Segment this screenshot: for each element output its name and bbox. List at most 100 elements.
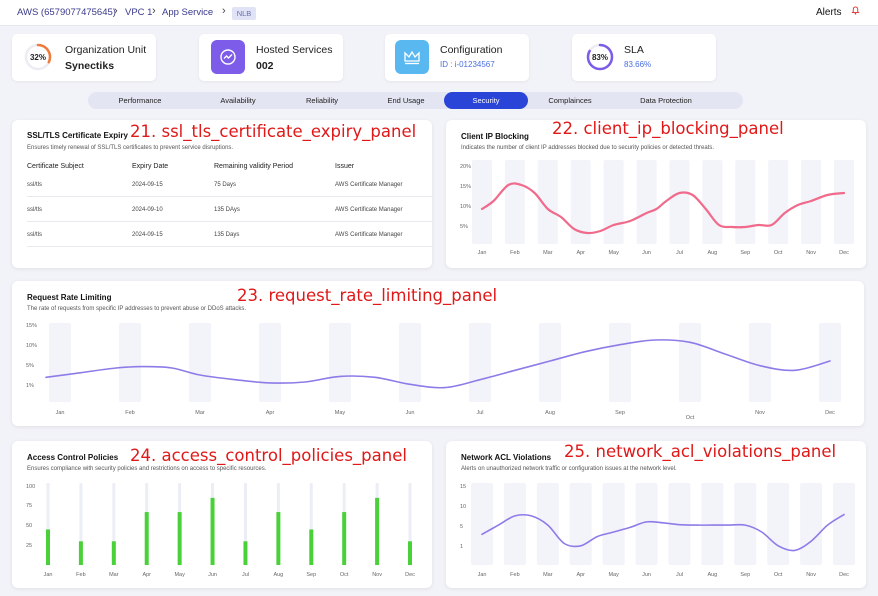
section-tabs: Performance Availability Reliability End…	[88, 92, 743, 109]
breadcrumb-service[interactable]: App Service	[162, 7, 213, 18]
configuration-value: ID : i-01234567	[440, 60, 495, 69]
panel-annotation: 23. request_rate_limiting_panel	[237, 286, 498, 305]
x-tick-label: Dec	[839, 250, 849, 256]
x-tick-label: Jul	[476, 410, 483, 416]
table-cell: 2024-09-10	[132, 207, 163, 213]
column-band	[259, 323, 281, 402]
panel-annotation: 24. access_control_policies_panel	[130, 446, 407, 465]
x-tick-label: Dec	[825, 410, 835, 416]
breadcrumb-account[interactable]: AWS (6579077475645)	[17, 7, 116, 18]
y-tick-label: 15%	[26, 323, 37, 329]
row-divider	[27, 196, 432, 197]
panel-annotation: 21. ssl_tls_certificate_expiry_panel	[130, 122, 417, 141]
x-tick-label: Feb	[125, 410, 134, 416]
series-line	[480, 182, 846, 235]
table-cell: AWS Certificate Manager	[335, 207, 403, 213]
tab-availability[interactable]: Availability	[190, 92, 286, 109]
y-tick-label: 1	[460, 544, 463, 550]
bar	[375, 497, 380, 565]
bell-icon[interactable]	[851, 6, 860, 15]
client-ip-blocking-panel: Client IP Blocking Indicates the number …	[446, 120, 866, 268]
table-cell: 2024-09-15	[132, 182, 163, 188]
x-tick-label: Aug	[273, 572, 283, 578]
x-tick-label: Jul	[242, 572, 249, 578]
tab-performance[interactable]: Performance	[92, 92, 188, 109]
x-tick-label: Sep	[615, 410, 625, 416]
x-tick-label: Dec	[405, 572, 415, 578]
client-ip-chart: 20% 15% 10% 5% Jan Feb Mar Apr May Jun Jul Aug Sep Oc…	[460, 160, 854, 256]
table-header: Expiry Date	[132, 163, 169, 170]
tab-security[interactable]: Security	[444, 92, 528, 109]
y-tick-label: 5	[460, 524, 463, 530]
column-band	[469, 323, 491, 402]
x-tick-label: Jan	[478, 572, 487, 578]
x-tick-label: Nov	[372, 572, 382, 578]
org-unit-card: 32% Organization Unit Synectiks	[12, 34, 156, 81]
bar	[78, 541, 83, 565]
org-ring-label: 32%	[29, 53, 46, 62]
x-tick-label: Mar	[109, 572, 119, 578]
x-tick-label: Oct	[340, 572, 349, 578]
row-divider	[27, 246, 432, 247]
x-tick-label: Aug	[707, 572, 717, 578]
network-acl-chart: 15 10 5 1 Jan Feb Mar Apr May Jun Jul Aug Sep Oct Nov D…	[460, 483, 855, 578]
x-tick-label: Feb	[510, 572, 519, 578]
bar	[276, 512, 281, 565]
x-tick-label: Apr	[576, 250, 585, 256]
breadcrumb-badge: NLB	[232, 7, 256, 20]
y-tick-label: 15	[460, 484, 466, 490]
column-band	[189, 323, 211, 402]
x-tick-label: Jun	[208, 572, 217, 578]
bar	[111, 541, 116, 565]
column-band	[819, 323, 841, 402]
y-tick-label: 10%	[26, 343, 37, 349]
breadcrumb-vpc[interactable]: VPC 1	[125, 7, 152, 18]
tab-end-usage[interactable]: End Usage	[358, 92, 454, 109]
panel-annotation: 25. network_acl_violations_panel	[564, 442, 837, 461]
tab-complainces[interactable]: Complainces	[522, 92, 618, 109]
column-band	[503, 483, 526, 565]
column-band	[49, 323, 71, 402]
hosted-label: Hosted Services	[256, 44, 333, 56]
column-band	[472, 160, 492, 244]
x-tick-label: May	[174, 572, 185, 578]
x-tick-label: Mar	[543, 250, 553, 256]
hosted-services-icon-box	[211, 40, 245, 74]
panel-subtitle: Ensures timely renewal of SSL/TLS certif…	[27, 145, 234, 151]
x-tick-label: Mar	[543, 572, 553, 578]
alerts-link[interactable]: Alerts	[816, 7, 842, 18]
bar	[309, 529, 314, 565]
column-band	[119, 323, 141, 402]
bar	[408, 541, 412, 565]
bar	[342, 512, 347, 565]
sla-ring-label: 83%	[591, 53, 608, 62]
bar	[243, 541, 248, 565]
x-tick-label: Aug	[707, 250, 717, 256]
y-tick-label: 5%	[460, 224, 468, 230]
bar	[46, 529, 50, 565]
x-tick-label: Feb	[76, 572, 85, 578]
column-band	[749, 323, 771, 402]
crown-icon	[404, 50, 420, 65]
y-tick-label: 100	[26, 484, 35, 490]
table-cell: AWS Certificate Manager	[335, 182, 403, 188]
column-band	[504, 160, 525, 244]
x-tick-label: Dec	[839, 572, 849, 578]
sla-value: 83.66%	[624, 60, 652, 69]
x-tick-label: Jul	[676, 250, 683, 256]
column-band	[834, 160, 854, 244]
table-cell: 2024-09-15	[132, 232, 163, 238]
y-tick-label: 5%	[26, 363, 34, 369]
column-band	[471, 483, 493, 565]
x-tick-label: Sep	[740, 572, 750, 578]
x-tick-label: Feb	[510, 250, 519, 256]
table-header: Issuer	[335, 163, 355, 170]
configuration-label: Configuration	[440, 44, 503, 56]
tab-data-protection[interactable]: Data Protection	[618, 92, 714, 109]
tab-reliability[interactable]: Reliability	[274, 92, 370, 109]
x-tick-label: Oct	[686, 415, 695, 421]
x-tick-label: Apr	[142, 572, 151, 578]
y-tick-label: 10%	[460, 204, 471, 210]
y-tick-label: 50	[26, 523, 32, 529]
x-tick-label: Nov	[806, 572, 816, 578]
